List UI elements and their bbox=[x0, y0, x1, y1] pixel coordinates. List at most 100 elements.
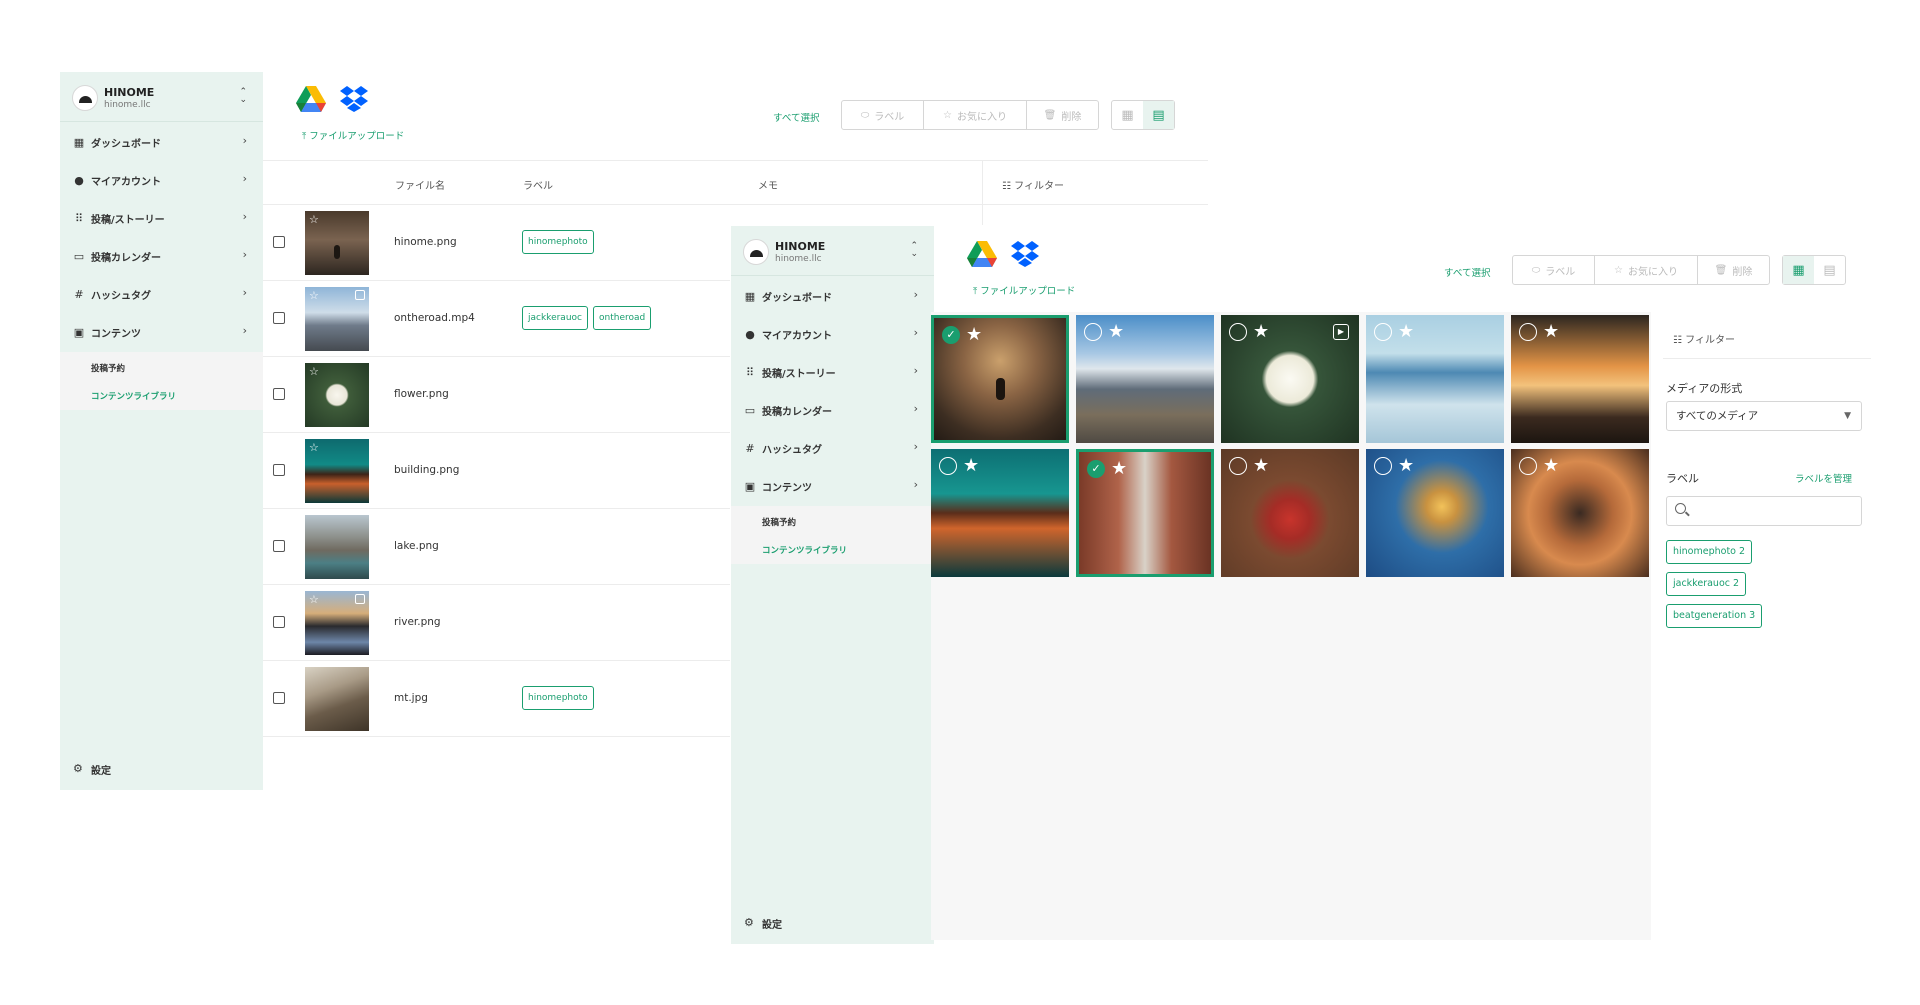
star-icon[interactable]: ★ bbox=[1543, 455, 1559, 476]
media-tile[interactable]: ★ bbox=[1366, 315, 1504, 443]
subitem-scheduled-posts[interactable]: 投稿予約 bbox=[762, 516, 796, 528]
check-circle-icon[interactable] bbox=[1229, 323, 1247, 341]
file-thumbnail[interactable]: ☆ bbox=[305, 363, 369, 427]
file-thumbnail[interactable] bbox=[305, 515, 369, 579]
subitem-content-library[interactable]: コンテンツライブラリ bbox=[762, 544, 847, 556]
select-all-button[interactable]: すべて選択 bbox=[773, 110, 819, 124]
row-checkbox[interactable] bbox=[273, 236, 285, 248]
dropbox-icon[interactable] bbox=[1011, 241, 1039, 267]
workspace-switcher[interactable]: HINOME hinome.llc ⌃ ⌄ bbox=[60, 72, 263, 122]
row-checkbox[interactable] bbox=[273, 616, 285, 628]
sidebar-item-settings[interactable]: ⚙ 設定 bbox=[731, 904, 934, 942]
filter-title-back[interactable]: ☷ フィルター bbox=[1002, 177, 1064, 192]
media-type-select[interactable]: すべてのメディア ▼ bbox=[1666, 401, 1862, 431]
table-row[interactable]: ☆ flower.png bbox=[263, 357, 730, 433]
sidebar-item-dashboard[interactable]: ▦ ダッシュボード › bbox=[60, 123, 263, 161]
file-thumbnail[interactable]: ☆ bbox=[305, 591, 369, 655]
check-circle-icon[interactable] bbox=[1374, 457, 1392, 475]
sidebar-item-posts[interactable]: ⠿ 投稿/ストーリー › bbox=[60, 199, 263, 237]
filter-label-tag[interactable]: beatgeneration 3 bbox=[1666, 604, 1763, 628]
column-header-filename[interactable]: ファイル名 bbox=[395, 177, 445, 192]
delete-button[interactable]: 🗑 削除 bbox=[1027, 101, 1098, 129]
label-search-input[interactable] bbox=[1666, 496, 1862, 526]
list-view-icon[interactable]: ▤ bbox=[1143, 101, 1174, 129]
workspace-switcher[interactable]: HINOME hinome.llc ⌃ ⌄ bbox=[731, 226, 934, 276]
chevron-updown-icon[interactable]: ⌃ ⌄ bbox=[910, 242, 918, 259]
star-icon[interactable]: ★ bbox=[1111, 458, 1127, 479]
table-row[interactable]: mt.jpg hinomephoto bbox=[263, 661, 730, 737]
check-circle-icon[interactable] bbox=[1084, 323, 1102, 341]
table-row[interactable]: lake.png bbox=[263, 509, 730, 585]
grid-view-icon[interactable]: ▦ bbox=[1112, 101, 1143, 129]
file-thumbnail[interactable]: ☆ bbox=[305, 287, 369, 351]
media-tile[interactable]: ★ bbox=[1511, 449, 1649, 577]
file-thumbnail[interactable]: ☆ bbox=[305, 439, 369, 503]
column-header-label[interactable]: ラベル bbox=[523, 177, 553, 192]
row-checkbox[interactable] bbox=[273, 464, 285, 476]
star-icon[interactable]: ☆ bbox=[309, 441, 319, 454]
table-row[interactable]: ☆ river.png bbox=[263, 585, 730, 661]
row-checkbox[interactable] bbox=[273, 312, 285, 324]
sidebar-item-posts[interactable]: ⠿ 投稿/ストーリー › bbox=[731, 353, 934, 391]
star-icon[interactable]: ★ bbox=[1398, 455, 1414, 476]
row-checkbox[interactable] bbox=[273, 692, 285, 704]
label-button[interactable]: ⬭ ラベル bbox=[1513, 256, 1595, 284]
star-icon[interactable]: ★ bbox=[1253, 321, 1269, 342]
check-circle-icon[interactable]: ✓ bbox=[1087, 460, 1105, 478]
label-tag[interactable]: hinomephoto bbox=[522, 686, 594, 710]
label-tag[interactable]: ontheroad bbox=[593, 306, 652, 330]
media-tile[interactable]: ★ bbox=[931, 449, 1069, 577]
media-tile[interactable]: ★ bbox=[1221, 449, 1359, 577]
filter-label-tag[interactable]: hinomephoto 2 bbox=[1666, 540, 1753, 564]
sidebar-item-account[interactable]: ● マイアカウント › bbox=[60, 161, 263, 199]
chevron-updown-icon[interactable]: ⌃ ⌄ bbox=[239, 88, 247, 105]
star-icon[interactable]: ☆ bbox=[309, 213, 319, 226]
sidebar-item-content[interactable]: ▣ コンテンツ › bbox=[60, 313, 263, 351]
manage-labels-link[interactable]: ラベルを管理 bbox=[1795, 471, 1852, 485]
star-icon[interactable]: ★ bbox=[1253, 455, 1269, 476]
list-view-icon[interactable]: ▤ bbox=[1814, 256, 1845, 284]
sidebar-item-dashboard[interactable]: ▦ ダッシュボード › bbox=[731, 277, 934, 315]
filter-label-tag[interactable]: jackkerauoc 2 bbox=[1666, 572, 1747, 596]
star-icon[interactable]: ★ bbox=[966, 324, 982, 345]
delete-button[interactable]: 🗑 削除 bbox=[1698, 256, 1769, 284]
media-tile[interactable]: ★ bbox=[1511, 315, 1649, 443]
row-checkbox[interactable] bbox=[273, 540, 285, 552]
table-row[interactable]: ☆ ontheroad.mp4 jackkerauoc ontheroad bbox=[263, 281, 730, 357]
table-row[interactable]: ☆ hinome.png hinomephoto bbox=[263, 205, 730, 281]
star-icon[interactable]: ☆ bbox=[309, 365, 319, 378]
subitem-content-library[interactable]: コンテンツライブラリ bbox=[91, 390, 176, 402]
media-tile[interactable]: ★ bbox=[1076, 315, 1214, 443]
column-header-memo[interactable]: メモ bbox=[758, 177, 778, 192]
check-circle-icon[interactable] bbox=[1519, 457, 1537, 475]
table-row[interactable]: ☆ building.png bbox=[263, 433, 730, 509]
media-tile[interactable]: ★ bbox=[1366, 449, 1504, 577]
star-icon[interactable]: ☆ bbox=[309, 593, 319, 606]
row-checkbox[interactable] bbox=[273, 388, 285, 400]
star-icon[interactable]: ★ bbox=[1398, 321, 1414, 342]
sidebar-item-content[interactable]: ▣ コンテンツ › bbox=[731, 467, 934, 505]
file-upload-link[interactable]: ⤒ ファイルアップロード bbox=[302, 128, 404, 142]
google-drive-icon[interactable] bbox=[967, 241, 997, 267]
grid-view-icon[interactable]: ▦ bbox=[1783, 256, 1814, 284]
check-circle-icon[interactable]: ✓ bbox=[942, 326, 960, 344]
favorite-button[interactable]: ☆ お気に入り bbox=[924, 101, 1027, 129]
sidebar-item-settings[interactable]: ⚙ 設定 bbox=[60, 750, 263, 788]
media-tile[interactable]: ✓ ★ bbox=[1076, 449, 1214, 577]
sidebar-item-calendar[interactable]: ▭ 投稿カレンダー › bbox=[731, 391, 934, 429]
filter-title-front[interactable]: ☷ フィルター bbox=[1673, 331, 1735, 346]
select-all-button[interactable]: すべて選択 bbox=[1444, 265, 1490, 279]
file-thumbnail[interactable] bbox=[305, 667, 369, 731]
google-drive-icon[interactable] bbox=[296, 86, 326, 112]
favorite-button[interactable]: ☆ お気に入り bbox=[1595, 256, 1698, 284]
file-upload-link[interactable]: ⤒ ファイルアップロード bbox=[973, 283, 1075, 297]
star-icon[interactable]: ★ bbox=[1108, 321, 1124, 342]
star-icon[interactable]: ★ bbox=[963, 455, 979, 476]
dropbox-icon[interactable] bbox=[340, 86, 368, 112]
sidebar-item-calendar[interactable]: ▭ 投稿カレンダー › bbox=[60, 237, 263, 275]
label-button[interactable]: ⬭ ラベル bbox=[842, 101, 924, 129]
check-circle-icon[interactable] bbox=[1229, 457, 1247, 475]
check-circle-icon[interactable] bbox=[939, 457, 957, 475]
media-tile[interactable]: ★ ▶ bbox=[1221, 315, 1359, 443]
label-tag[interactable]: hinomephoto bbox=[522, 230, 594, 254]
